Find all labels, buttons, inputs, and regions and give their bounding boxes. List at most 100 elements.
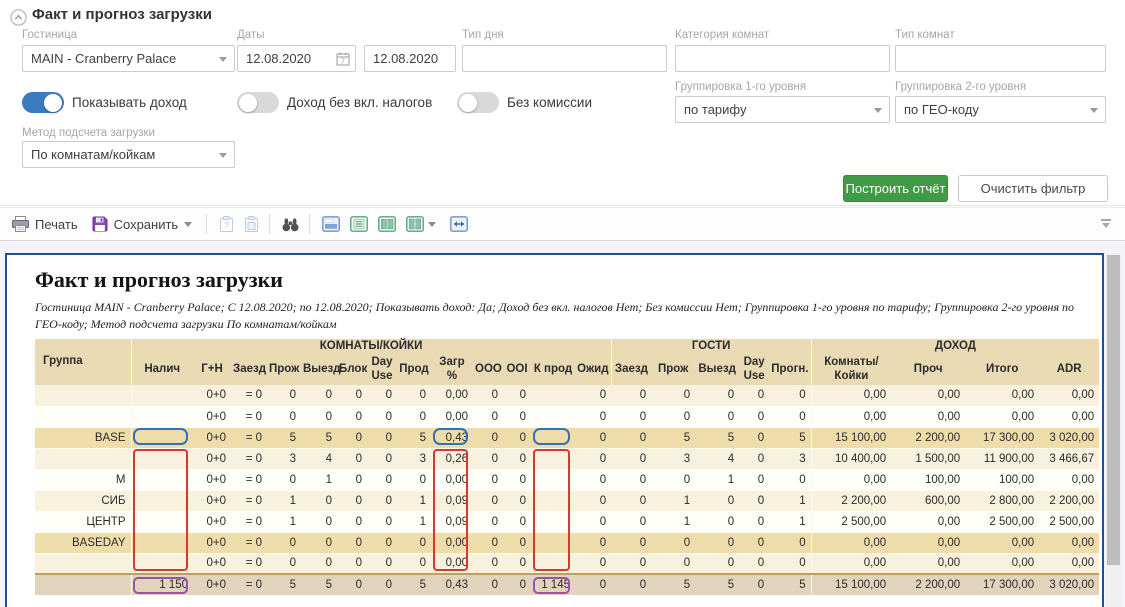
method-value: По комнатам/койкам	[31, 147, 155, 162]
column-header[interactable]: Г+Н	[193, 354, 231, 385]
column-header[interactable]: Выезд	[695, 354, 739, 385]
column-header[interactable]: Загр %	[431, 354, 473, 385]
column-header[interactable]: Прож	[267, 354, 301, 385]
view-grid-button[interactable]	[406, 216, 424, 232]
column-header[interactable]: Проч	[891, 354, 965, 385]
column-header[interactable]: Заезд	[231, 354, 267, 385]
column-header[interactable]: Прод	[397, 354, 431, 385]
view-two-columns-button[interactable]	[378, 216, 396, 232]
cell	[131, 553, 193, 574]
view-panel-button[interactable]	[322, 216, 340, 232]
column-header[interactable]: Ожид	[575, 354, 611, 385]
scrollbar-thumb[interactable]	[1107, 255, 1120, 565]
build-report-button[interactable]: Построить отчёт	[843, 175, 948, 202]
table-row[interactable]: BASEDAY0+0= 0000000,00000000000,000,000,…	[35, 532, 1099, 553]
table-row[interactable]: 0+0= 0340030,260000340310 400,001 500,00…	[35, 448, 1099, 469]
hotel-label: Гостиница	[22, 29, 77, 41]
clear-filter-button[interactable]: Очистить фильтр	[958, 175, 1108, 202]
view-single-column-button[interactable]	[350, 216, 368, 232]
cell: 5	[267, 427, 301, 448]
cell: 0+0	[193, 427, 231, 448]
cell: 5	[695, 427, 739, 448]
toolbar-separator	[269, 214, 270, 234]
date-to-field[interactable]: 12.08.2020	[364, 45, 456, 72]
without-commission-toggle[interactable]	[457, 92, 499, 113]
table-row[interactable]: СИБ0+0= 0100010,09000010012 200,00600,00…	[35, 490, 1099, 511]
column-header[interactable]: Заезд	[611, 354, 651, 385]
cell: 0	[695, 406, 739, 427]
cell: 3	[397, 448, 431, 469]
column-header[interactable]: Прогн.	[769, 354, 811, 385]
printer-icon	[12, 216, 29, 232]
column-header[interactable]: Налич	[131, 354, 193, 385]
group-column-header[interactable]: Группа	[35, 339, 131, 385]
save-button[interactable]: Сохранить	[92, 216, 193, 232]
cell: 0	[473, 469, 503, 490]
cell: 1 145	[531, 574, 575, 595]
search-button[interactable]	[282, 217, 299, 232]
table-row[interactable]: 0+0= 0000000,00000000000,000,000,000,00	[35, 406, 1099, 427]
cell: 0	[301, 532, 337, 553]
cell: 0	[503, 448, 531, 469]
column-header[interactable]: Итого	[965, 354, 1039, 385]
column-header[interactable]: Комнаты/ Койки	[811, 354, 891, 385]
group-cell	[35, 406, 131, 427]
cell: 0	[739, 427, 769, 448]
revenue-without-tax-toggle[interactable]	[237, 92, 279, 113]
cell: 2 200,00	[891, 427, 965, 448]
table-row[interactable]: 0+0= 0000000,00000000000,000,000,000,00	[35, 553, 1099, 574]
column-header[interactable]: OOI	[503, 354, 531, 385]
column-header[interactable]: Прож	[651, 354, 695, 385]
cell: 600,00	[891, 490, 965, 511]
copy-button[interactable]	[244, 216, 259, 232]
cell: 0	[473, 448, 503, 469]
grouping1-select[interactable]: по тарифу	[675, 96, 890, 123]
day-type-field[interactable]	[462, 45, 667, 72]
calendar-icon[interactable]: 7	[336, 51, 350, 66]
column-header[interactable]: OOO	[473, 354, 503, 385]
cell: 0	[367, 448, 397, 469]
cell	[131, 469, 193, 490]
column-header[interactable]: Блок	[337, 354, 367, 385]
collapse-panel-icon[interactable]	[10, 9, 27, 26]
column-header[interactable]: К прод	[531, 354, 575, 385]
grouping2-select[interactable]: по ГЕО-коду	[895, 96, 1106, 123]
scroll-top-icon[interactable]	[1099, 218, 1113, 232]
cell: 0	[397, 406, 431, 427]
print-button[interactable]: Печать	[12, 216, 78, 232]
table-row[interactable]: 0+0= 0000000,00000000000,000,000,000,00	[35, 385, 1099, 406]
cell: 0	[575, 490, 611, 511]
table-row[interactable]: М0+0= 0010000,00000001000,00100,00100,00…	[35, 469, 1099, 490]
copy-icon	[244, 216, 259, 232]
room-category-field[interactable]	[675, 45, 890, 72]
cell: 0	[611, 385, 651, 406]
cell: 0	[503, 427, 531, 448]
show-revenue-toggle[interactable]	[22, 92, 64, 113]
cell: 0	[651, 553, 695, 574]
cell: 0,00	[1039, 553, 1099, 574]
cell: 0,00	[891, 511, 965, 532]
table-row[interactable]: BASE0+0= 0550050,430000550515 100,002 20…	[35, 427, 1099, 448]
column-header[interactable]: Выезд	[301, 354, 337, 385]
table-row[interactable]: 1 1500+0= 0550050,43001 14500550515 100,…	[35, 574, 1099, 595]
hotel-select[interactable]: MAIN - Cranberry Palace	[22, 45, 235, 72]
column-header[interactable]: Day Use	[739, 354, 769, 385]
column-header[interactable]: Day Use	[367, 354, 397, 385]
method-select[interactable]: По комнатам/койкам	[22, 141, 235, 168]
cell	[531, 469, 575, 490]
paste-button[interactable]: ?	[219, 216, 234, 232]
room-type-field[interactable]	[895, 45, 1106, 72]
date-from-field[interactable]: 12.08.2020 7	[237, 45, 356, 72]
group-cell	[35, 448, 131, 469]
chevron-down-icon[interactable]	[428, 222, 436, 231]
column-header[interactable]: ADR	[1039, 354, 1099, 385]
cell: 0,00	[965, 406, 1039, 427]
method-label: Метод подсчета загрузки	[22, 127, 155, 139]
cell: 0	[367, 532, 397, 553]
table-row[interactable]: ЦЕНТР0+0= 0100010,09000010012 500,000,00…	[35, 511, 1099, 532]
cell: 5	[651, 427, 695, 448]
cell: 0	[367, 427, 397, 448]
fit-width-button[interactable]	[450, 216, 468, 232]
vertical-scrollbar[interactable]	[1106, 253, 1121, 607]
cell: 2 200,00	[891, 574, 965, 595]
